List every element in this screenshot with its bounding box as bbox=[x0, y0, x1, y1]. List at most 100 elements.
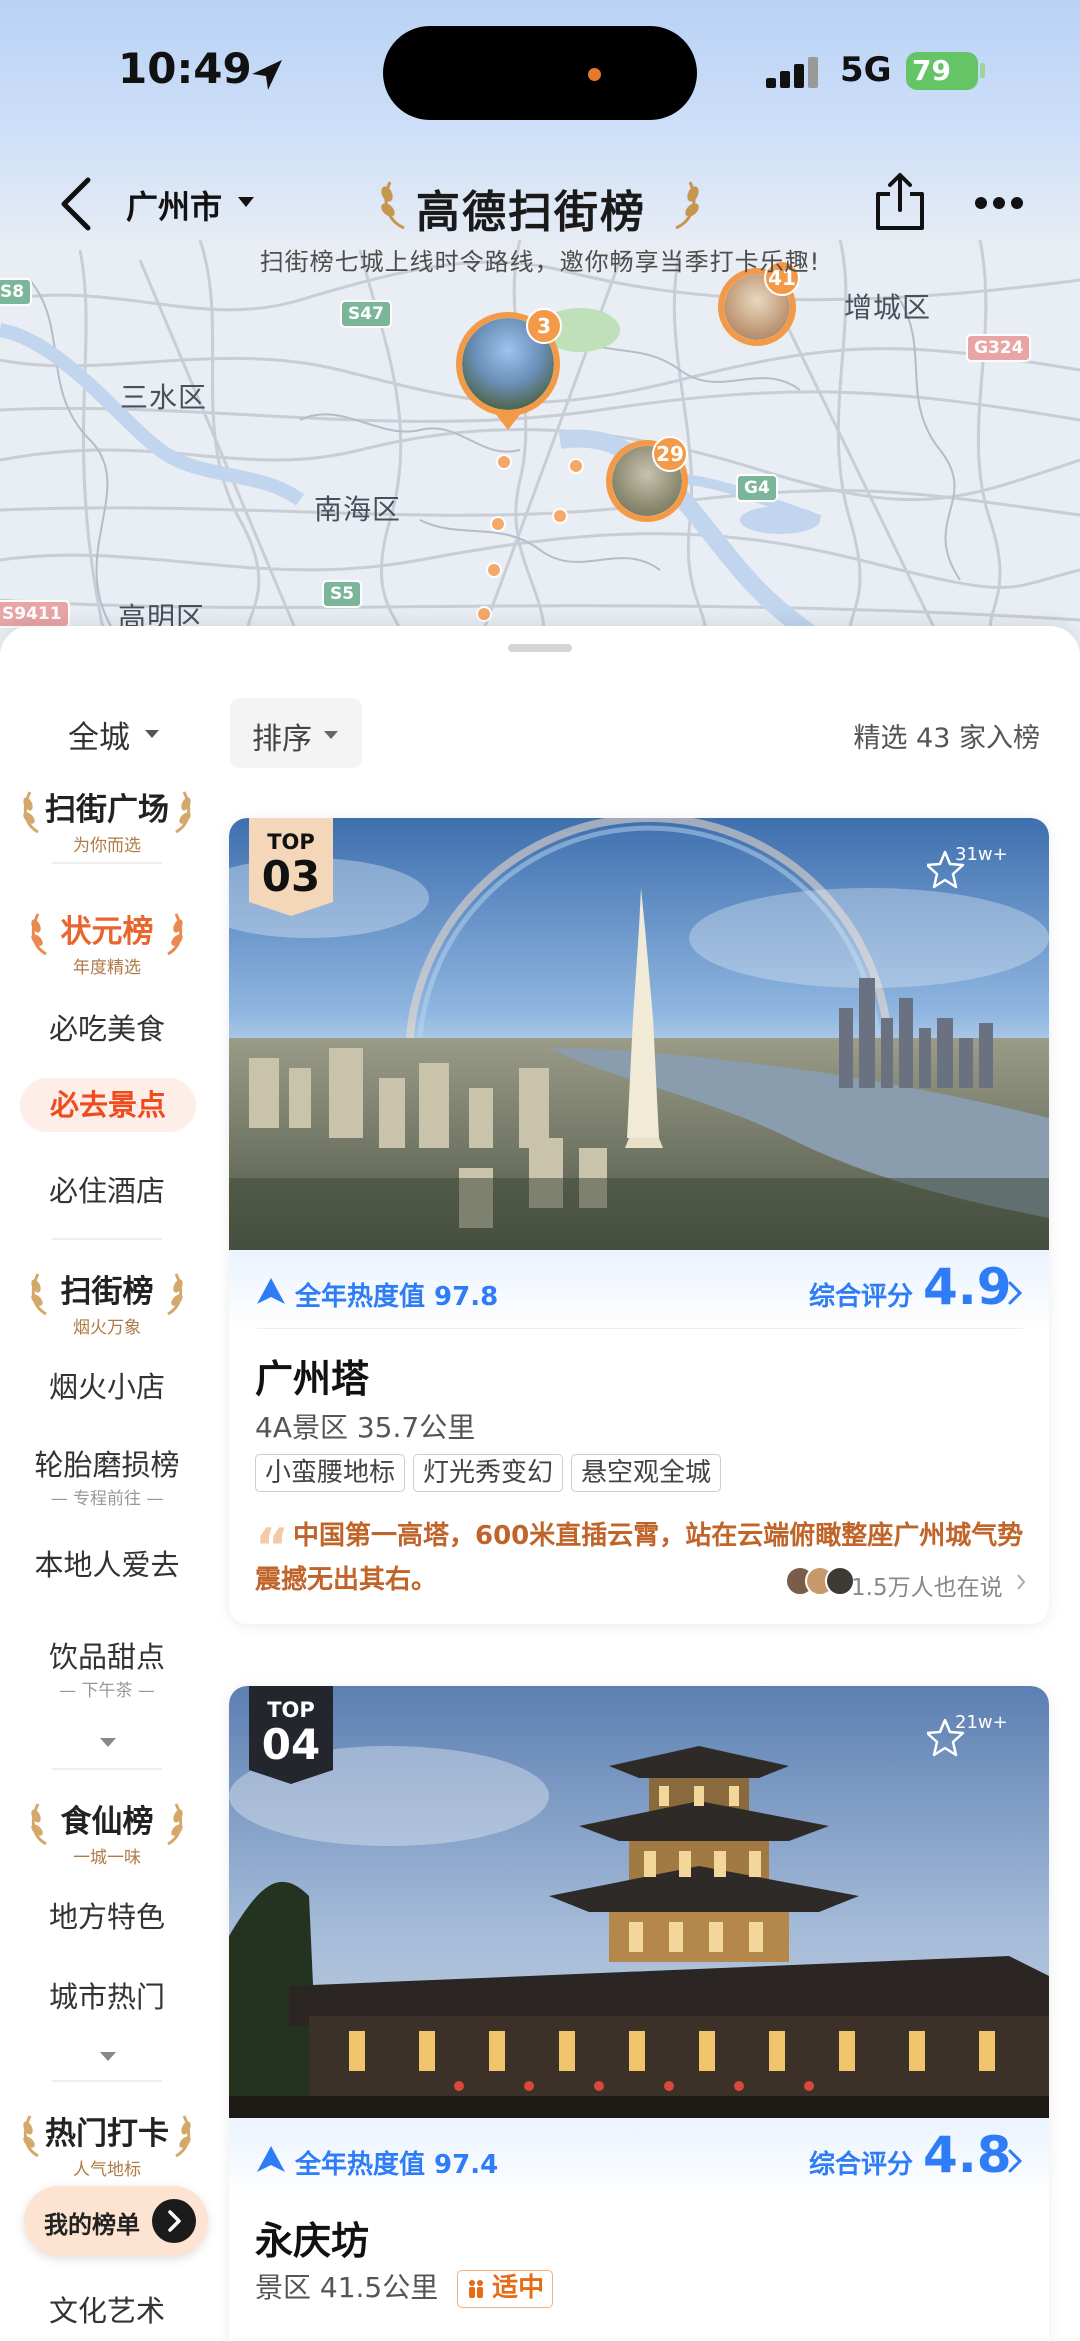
sidebar-item-must-eat[interactable]: 必吃美食 bbox=[0, 1006, 214, 1048]
place-meta: 4A景区 35.7公里 bbox=[255, 1411, 476, 1444]
battery-indicator: 79 bbox=[906, 52, 978, 90]
place-meta: 景区 41.5公里 bbox=[255, 2271, 439, 2304]
discussion-count[interactable]: 1.5万人也在说 bbox=[851, 1568, 1003, 1602]
place-name[interactable]: 永庆坊 bbox=[255, 2210, 369, 2265]
back-chevron-icon[interactable] bbox=[56, 176, 96, 232]
laurel-right-icon bbox=[175, 791, 191, 834]
sidebar-item-small-shops[interactable]: 烟火小店 bbox=[0, 1364, 214, 1406]
ranking-card[interactable]: TOP 03 31w+ 全年热度值 97.8 综合评分 4.9 广州塔 4A景区… bbox=[229, 818, 1049, 1624]
heat-value: 全年热度值 97.4 bbox=[295, 2150, 499, 2180]
my-list-go[interactable] bbox=[152, 2199, 196, 2243]
laurel-left-icon bbox=[23, 791, 39, 834]
sub-text: 下午茶 bbox=[81, 1681, 133, 1701]
location-arrow-icon bbox=[252, 60, 282, 90]
map-pin-count: 3 bbox=[526, 308, 562, 344]
road-badge-s9411: S9411 bbox=[0, 600, 70, 628]
section-sub: 人气地标 bbox=[73, 2160, 141, 2180]
heat-arrow-icon bbox=[257, 2146, 285, 2172]
sheet-drag-handle[interactable] bbox=[508, 644, 572, 652]
chevron-right-icon[interactable] bbox=[1007, 2148, 1023, 2174]
sidebar-item-must-visit[interactable]: 必去景点 bbox=[20, 1078, 196, 1132]
crowd-level: 适中 bbox=[492, 2273, 545, 2303]
road-badge-s5: S5 bbox=[322, 580, 363, 608]
city-selector[interactable]: 广州市 bbox=[126, 182, 222, 228]
tag: 小蛮腰地标 bbox=[255, 1454, 406, 1492]
laurel-left-icon bbox=[381, 181, 405, 230]
card-photo-yongqingfang[interactable] bbox=[229, 1686, 1049, 2118]
my-list-label: 我的榜单 bbox=[44, 2211, 140, 2239]
tag-list: 小蛮腰地标 灯光秀变幻 悬空观全城 bbox=[255, 1454, 729, 1494]
score-label[interactable]: 综合评分 bbox=[809, 2144, 913, 2181]
sidebar-item-locals[interactable]: 本地人爱去 bbox=[0, 1542, 214, 1584]
sidebar-item-culture-art[interactable]: 文化艺术 bbox=[0, 2288, 214, 2330]
sidebar-item-local-specialty[interactable]: 地方特色 bbox=[0, 1894, 214, 1936]
laurel-right-icon bbox=[175, 2115, 191, 2158]
divider bbox=[52, 2080, 162, 2082]
chevron-right-icon[interactable] bbox=[1017, 1574, 1025, 1590]
tag: 灯光秀变幻 bbox=[413, 1454, 564, 1492]
page-title-wrap: 高德扫街榜 bbox=[378, 166, 702, 238]
signal-icon bbox=[766, 57, 818, 88]
caret-down-icon[interactable] bbox=[238, 197, 254, 207]
card-photo-canton-tower[interactable] bbox=[229, 818, 1049, 1250]
divider bbox=[52, 862, 162, 864]
sidebar-item-must-stay[interactable]: 必住酒店 bbox=[0, 1168, 214, 1210]
map-dot[interactable] bbox=[476, 606, 492, 622]
place-meta-row: 景区 41.5公里 适中 bbox=[255, 2266, 554, 2308]
favorite-count: 31w+ bbox=[955, 844, 1008, 865]
sidebar-item-city-hot[interactable]: 城市热门 bbox=[0, 1974, 214, 2016]
road-badge-g324: G324 bbox=[966, 334, 1032, 362]
score-value[interactable]: 4.9 bbox=[923, 1258, 1012, 1316]
map-label-sanshui: 三水区 bbox=[120, 381, 208, 414]
score-value[interactable]: 4.8 bbox=[923, 2126, 1012, 2184]
laurel-right-icon bbox=[167, 1273, 183, 1316]
laurel-right-icon bbox=[167, 1803, 183, 1846]
rank-label: TOP bbox=[267, 1698, 315, 1722]
map-pin-count: 29 bbox=[652, 436, 688, 472]
divider bbox=[52, 1238, 162, 1240]
crowd-level-badge: 适中 bbox=[457, 2270, 554, 2308]
sidebar-item-tire-wear[interactable]: 轮胎磨损榜 bbox=[0, 1442, 214, 1484]
ranking-card[interactable]: TOP 04 21w+ 全年热度值 97.4 综合评分 4.8 永庆坊 景区 4… bbox=[229, 1686, 1049, 2341]
section-sub: 烟火万象 bbox=[73, 1318, 141, 1338]
expand-caret-icon[interactable] bbox=[100, 2052, 116, 2061]
laurel-left-icon bbox=[31, 1803, 47, 1846]
expand-caret-icon[interactable] bbox=[100, 1738, 116, 1747]
laurel-right-icon bbox=[675, 181, 699, 230]
score-label[interactable]: 综合评分 bbox=[809, 1276, 913, 1313]
map-dot[interactable] bbox=[552, 508, 568, 524]
more-icon[interactable] bbox=[974, 196, 1024, 210]
sub-text: 专程前往 bbox=[73, 1489, 141, 1509]
place-name[interactable]: 广州塔 bbox=[255, 1348, 369, 1403]
sidebar-item-drinks[interactable]: 饮品甜点 bbox=[0, 1634, 214, 1676]
avatar-group bbox=[785, 1566, 859, 1596]
status-time: 10:49 bbox=[118, 44, 252, 93]
chevron-right-icon[interactable] bbox=[1007, 1280, 1023, 1306]
map-dot[interactable] bbox=[490, 516, 506, 532]
result-count: 精选 43 家入榜 bbox=[853, 723, 1040, 754]
map-dot[interactable] bbox=[496, 454, 512, 470]
network-type: 5G bbox=[840, 50, 892, 90]
dynamic-island bbox=[383, 26, 697, 120]
heat-value: 全年热度值 97.8 bbox=[295, 1282, 499, 1312]
map-dot[interactable] bbox=[486, 562, 502, 578]
sidebar-item-sub: — 下午茶 — bbox=[59, 1681, 155, 1701]
page-subtitle: 扫街榜七城上线时令路线，邀你畅享当季打卡乐趣! bbox=[259, 248, 821, 276]
rank-label: TOP bbox=[267, 830, 315, 854]
favorite-count: 21w+ bbox=[955, 1712, 1008, 1733]
heat-arrow-icon bbox=[257, 1278, 285, 1304]
section-sub: 年度精选 bbox=[73, 958, 141, 978]
rank-badge: TOP 04 bbox=[249, 1686, 333, 1784]
share-icon[interactable] bbox=[872, 172, 928, 232]
road-badge-s47: S47 bbox=[340, 300, 392, 328]
map-dot[interactable] bbox=[568, 458, 584, 474]
laurel-left-icon bbox=[23, 2115, 39, 2158]
section-sub: 一城一味 bbox=[73, 1848, 141, 1868]
map-label-nanhai: 南海区 bbox=[314, 493, 402, 526]
laurel-right-icon bbox=[167, 913, 183, 956]
road-badge-g4: G4 bbox=[736, 474, 778, 502]
map-label-zengcheng: 增城区 bbox=[844, 291, 932, 324]
battery-level: 79 bbox=[912, 54, 951, 87]
divider bbox=[257, 1328, 1023, 1329]
page-title: 高德扫街榜 bbox=[416, 187, 646, 238]
